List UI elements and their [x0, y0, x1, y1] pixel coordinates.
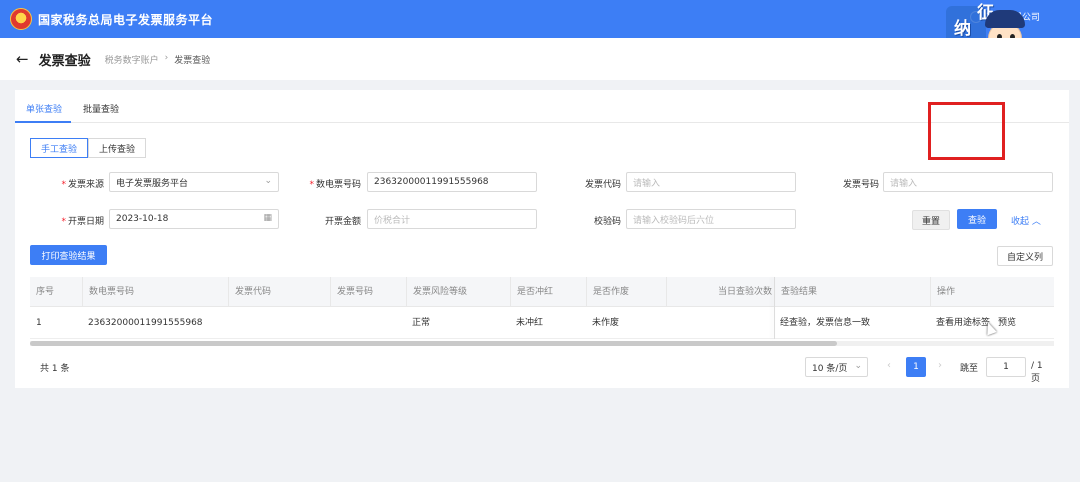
scrollbar-thumb[interactable]	[30, 341, 837, 346]
col-red-reversed: 是否冲红	[510, 277, 586, 307]
invoice-source-select[interactable]: 电子发票服务平台 ⌄	[109, 172, 279, 192]
collapse-link[interactable]: 收起 ︿	[1011, 214, 1041, 227]
cell-voided: 未作废	[592, 318, 620, 328]
page-number-current[interactable]: 1	[906, 357, 926, 377]
top-nav-bar: 国家税务总局电子发票服务平台 开发有限公司	[0, 0, 1080, 38]
jump-label: 跳至	[960, 364, 979, 374]
pagination-bar: 共 1 条 10 条/页 ⌄ ‹ 1 › 跳至 1 / 1 页	[30, 357, 1054, 384]
col-voided: 是否作废	[586, 277, 666, 307]
amount-input[interactable]: 价税合计	[367, 209, 537, 229]
breadcrumb-current: 发票查验	[174, 55, 211, 66]
tab-underline	[15, 121, 71, 123]
main-card: 单张查验 批量查验 手工查验 上传查验 * 发票来源 电子发票服务平台 ⌄ * 数电…	[15, 90, 1069, 388]
table-row: 1 23632000011991555968 正常 未冲红 未作废 经查验，发票…	[30, 307, 1054, 339]
tab-single-check[interactable]: 单张查验	[26, 102, 62, 115]
fixed-column-divider	[774, 277, 775, 339]
tax-emblem-icon	[10, 8, 32, 30]
total-count: 共 1 条	[40, 364, 70, 374]
digital-invoice-no-input[interactable]: 23632000011991555968	[367, 172, 537, 192]
page-title: 发票查验	[38, 53, 91, 69]
cell-red-reversed: 未冲红	[516, 318, 544, 328]
check-code-input[interactable]: 请输入校验码后六位	[626, 209, 796, 229]
cell-result: 经查验，发票信息一致	[780, 318, 871, 328]
invoice-number-label: 发票号码	[842, 180, 879, 190]
page-header: ← 发票查验 税务数字账户 › 发票查验	[0, 38, 1080, 80]
col-daily-count: 当日查验次数	[666, 277, 774, 307]
tab-batch-check[interactable]: 批量查验	[83, 102, 119, 115]
invoice-code-input[interactable]: 请输入	[626, 172, 796, 192]
reset-button[interactable]: 重置	[912, 210, 950, 230]
chevron-down-icon: ⌄	[854, 361, 862, 371]
back-arrow-icon[interactable]: ←	[16, 50, 29, 68]
cell-number	[330, 307, 336, 339]
total-pages: / 1 页	[1031, 361, 1043, 384]
next-page-icon[interactable]: ›	[938, 360, 942, 371]
chevron-down-icon: ⌄	[264, 176, 272, 186]
col-risk: 发票风险等级	[406, 277, 510, 307]
view-usage-tag-link[interactable]: 查看用途标签	[930, 307, 990, 339]
tab-bar: 单张查验 批量查验	[15, 90, 1069, 123]
cell-daily-count	[666, 307, 672, 339]
mode-toggle: 手工查验 上传查验	[30, 138, 146, 158]
invoice-number-input[interactable]: 请输入	[883, 172, 1053, 192]
issue-date-label: * 开票日期	[61, 217, 104, 227]
col-result: 查验结果	[774, 277, 930, 307]
cell-index: 1	[36, 318, 42, 328]
highlight-box	[928, 102, 1005, 160]
page-size-select[interactable]: 10 条/页 ⌄	[805, 357, 868, 377]
app-title: 国家税务总局电子发票服务平台	[38, 12, 214, 27]
invoice-code-label: 发票代码	[584, 180, 621, 190]
cell-code	[228, 307, 234, 339]
digital-invoice-no-label: * 数电票号码	[309, 180, 361, 190]
col-digital-no: 数电票号码	[82, 277, 228, 307]
col-index: 序号	[36, 287, 55, 297]
col-number: 发票号码	[330, 277, 406, 307]
issue-date-picker[interactable]: 2023-10-18 ▦	[109, 209, 279, 229]
check-code-label: 校验码	[593, 217, 621, 227]
col-actions: 操作	[930, 277, 1054, 307]
calendar-icon: ▦	[263, 213, 272, 223]
breadcrumb: 税务数字账户 › 发票查验	[105, 53, 211, 66]
amount-label: 开票金额	[324, 217, 361, 227]
custom-columns-button[interactable]: 自定义列	[997, 246, 1053, 266]
print-results-button[interactable]: 打印查验结果	[30, 245, 107, 265]
check-button[interactable]: 查验	[957, 209, 997, 229]
table-horizontal-scrollbar[interactable]	[30, 341, 1054, 346]
table-header: 序号 数电票号码 发票代码 发票号码 发票风险等级 是否冲红 是否作废 当日查验…	[30, 277, 1054, 307]
upload-check-button[interactable]: 上传查验	[88, 138, 146, 158]
cell-digital-no: 23632000011991555968	[88, 318, 203, 328]
col-code: 发票代码	[228, 277, 330, 307]
prev-page-icon[interactable]: ‹	[887, 360, 891, 371]
manual-check-button[interactable]: 手工查验	[30, 138, 88, 158]
breadcrumb-item[interactable]: 税务数字账户	[105, 53, 159, 66]
preview-link[interactable]: 预览	[992, 307, 1016, 339]
breadcrumb-separator: ›	[164, 52, 169, 63]
cell-risk: 正常	[412, 318, 431, 328]
invoice-source-label: * 发票来源	[61, 180, 104, 190]
jump-page-input[interactable]: 1	[986, 357, 1026, 377]
